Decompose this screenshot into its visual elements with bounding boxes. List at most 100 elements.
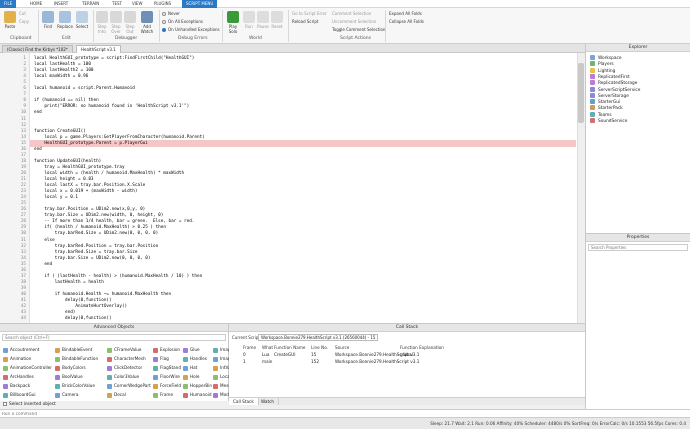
object-item[interactable]: BindableEvent — [55, 347, 92, 353]
object-item[interactable]: Backpack — [3, 383, 30, 389]
column-header[interactable]: Frame — [243, 345, 256, 350]
code-line[interactable]: tray.bar.Size = UDim2.new(0, 0, 0, 0) — [34, 256, 151, 261]
tab-terrain[interactable]: TERRAIN — [78, 0, 103, 8]
code-line[interactable]: -- If more than 1/4 health, bar = green.… — [34, 219, 194, 224]
column-header[interactable]: Line No. — [311, 345, 328, 350]
object-item[interactable]: Color3Value — [107, 374, 139, 380]
code-line[interactable]: tray = HealthGUI_prototype.tray — [34, 165, 124, 170]
select-inserted-checkbox[interactable]: Select inserted object — [0, 401, 229, 409]
object-item[interactable]: Handles — [183, 356, 207, 362]
object-item[interactable]: Glue — [183, 347, 200, 353]
add-watch-button[interactable]: Add Watch — [140, 11, 154, 34]
code-line[interactable]: lastHealth = health — [34, 280, 104, 285]
table-cell[interactable]: Workspace.Bonnie279.HealthScript v3.1 — [335, 359, 419, 364]
object-item[interactable]: AnimationController — [3, 365, 52, 371]
object-item[interactable]: BoolValue — [55, 374, 83, 380]
reset-button[interactable]: Reset — [271, 11, 283, 29]
code-line[interactable]: print("ERROR: no humanoid found in 'Heal… — [34, 104, 189, 109]
step-out-button[interactable]: Step Out — [124, 11, 136, 34]
code-line[interactable]: function UpdateGUI(health) — [34, 159, 101, 164]
current-script-select[interactable]: Workspace.Bonnie279.HealthScript v3.1 (2… — [258, 334, 378, 341]
toggle-comment-button[interactable]: Toggle Comment Selection — [332, 27, 385, 32]
object-item[interactable]: Frame — [153, 392, 173, 398]
code-line[interactable]: delay(0,function() — [34, 298, 112, 303]
tab-place[interactable]: (Classic) Find the Kirbys *102* — [2, 45, 73, 53]
object-item[interactable]: BindableFunction — [55, 356, 98, 362]
tab-health-script[interactable]: HealthScript v3.1 — [76, 45, 121, 53]
code-line[interactable]: local HealthGUI_prototype = script:FindF… — [34, 56, 194, 61]
code-line[interactable]: delay(0,function() — [34, 316, 112, 321]
table-cell[interactable]: global — [400, 352, 413, 357]
object-item[interactable]: FlagStand — [153, 365, 181, 371]
editor-scrollbar-thumb[interactable] — [578, 63, 584, 123]
object-item[interactable]: Humanoid — [183, 392, 212, 398]
code-line[interactable]: AnimateHurtOverlay() — [34, 304, 127, 309]
code-line[interactable]: end — [34, 262, 52, 267]
explorer-item[interactable]: Lighting — [590, 67, 615, 74]
object-item[interactable]: Animation — [3, 356, 31, 362]
find-button[interactable]: Find — [41, 11, 55, 29]
tab-insert[interactable]: INSERT — [50, 0, 72, 8]
reload-script-button[interactable]: Reload Script — [292, 19, 318, 24]
explorer-item[interactable]: Workspace — [590, 55, 622, 61]
table-cell[interactable]: 0 — [243, 352, 246, 357]
column-header[interactable]: Source — [335, 345, 349, 350]
object-item[interactable]: BillboardGui — [3, 392, 36, 398]
explorer-item[interactable]: SoundService — [590, 118, 627, 124]
object-item[interactable]: ArcHandles — [3, 374, 34, 380]
tab-file[interactable]: FILE — [0, 0, 17, 8]
code-line[interactable]: local height = 0.83 — [34, 177, 93, 182]
object-item[interactable]: Flag — [153, 356, 169, 362]
code-line[interactable]: end — [34, 110, 42, 115]
debug-all-exceptions-radio[interactable]: On All Exceptions — [162, 19, 203, 24]
code-line[interactable]: if ( (lastHealth - health) > (humanoid.M… — [34, 274, 202, 279]
object-item[interactable]: CornerWedgePart — [107, 383, 151, 389]
tab-test[interactable]: TEST — [108, 0, 126, 8]
code-line[interactable]: else — [34, 238, 54, 243]
code-line[interactable]: local width = (health / humanoid.MaxHeal… — [34, 171, 184, 176]
tab-home[interactable]: HOME — [26, 0, 46, 8]
tab-view[interactable]: VIEW — [128, 0, 146, 8]
column-header[interactable]: What — [262, 345, 273, 350]
code-line[interactable]: tray.bar.Size = UDim2.new(width, 0, heig… — [34, 213, 163, 218]
code-line[interactable]: if (humanoid == nil) then — [34, 98, 99, 103]
step-into-button[interactable]: Step Into — [96, 11, 108, 34]
play-solo-button[interactable]: Play Solo — [226, 11, 240, 34]
expand-all-folds-button[interactable]: Expand All Folds — [389, 11, 422, 16]
pause-button[interactable]: Pause — [257, 11, 269, 29]
tab-plugins[interactable]: PLUGINS — [150, 0, 175, 8]
code-line[interactable]: end) — [34, 310, 75, 315]
explorer-item[interactable]: ReplicatedStorage — [590, 80, 637, 86]
code-line[interactable]: function CreateGUI() — [34, 129, 86, 134]
code-line[interactable]: tray.bar.Position = UDim2.new(x,0,y, 0) — [34, 207, 145, 212]
code-line[interactable]: local maxWidth = 0.96 — [34, 74, 88, 79]
code-line[interactable]: local y = 0.1 — [34, 195, 78, 200]
object-item[interactable]: Accoutrement — [3, 347, 39, 353]
code-line[interactable]: if humanoid.Health ~= humanoid.MaxHealth… — [34, 292, 171, 297]
code-line[interactable]: local x = 0.019 + (maxWidth - width) — [34, 189, 137, 194]
column-header[interactable]: Function Explanation — [400, 345, 444, 350]
object-item[interactable]: Camera — [55, 392, 78, 398]
table-cell[interactable]: 1 — [243, 359, 246, 364]
step-over-button[interactable]: Step Over — [110, 11, 122, 34]
explorer-item[interactable]: ServerStorage — [590, 92, 629, 99]
column-header[interactable]: Function Name — [274, 345, 306, 350]
cut-button[interactable]: Cut — [19, 11, 26, 16]
explorer-item[interactable]: ServerScriptService — [590, 86, 640, 93]
object-item[interactable]: BodyColors — [55, 365, 86, 371]
code-line[interactable]: HealthGUI_prototype.Parent = p.PlayerGui — [34, 141, 147, 146]
code-line[interactable]: local humanoid = script.Parent.Humanoid — [34, 86, 135, 91]
table-cell[interactable]: 152 — [311, 359, 319, 364]
paste-button[interactable]: Paste — [3, 11, 17, 29]
table-cell[interactable]: Lua — [262, 352, 269, 357]
code-line[interactable]: end — [34, 147, 42, 152]
go-to-error-button[interactable]: Go to Script Error — [292, 11, 327, 16]
run-button[interactable]: Run — [243, 11, 255, 29]
object-item[interactable]: Hole — [183, 374, 199, 380]
code-line[interactable]: local lastHealth2 = 100 — [34, 68, 94, 73]
code-line[interactable]: local lastHealth = 100 — [34, 62, 91, 67]
object-item[interactable]: ClickDetector — [107, 365, 142, 371]
debug-unhandled-radio[interactable]: On Unhandled Exceptions — [162, 27, 220, 32]
properties-filter-input[interactable]: Search Properties — [588, 244, 688, 251]
code-line[interactable]: tray.barRed.Position = tray.bar.Position — [34, 244, 159, 249]
